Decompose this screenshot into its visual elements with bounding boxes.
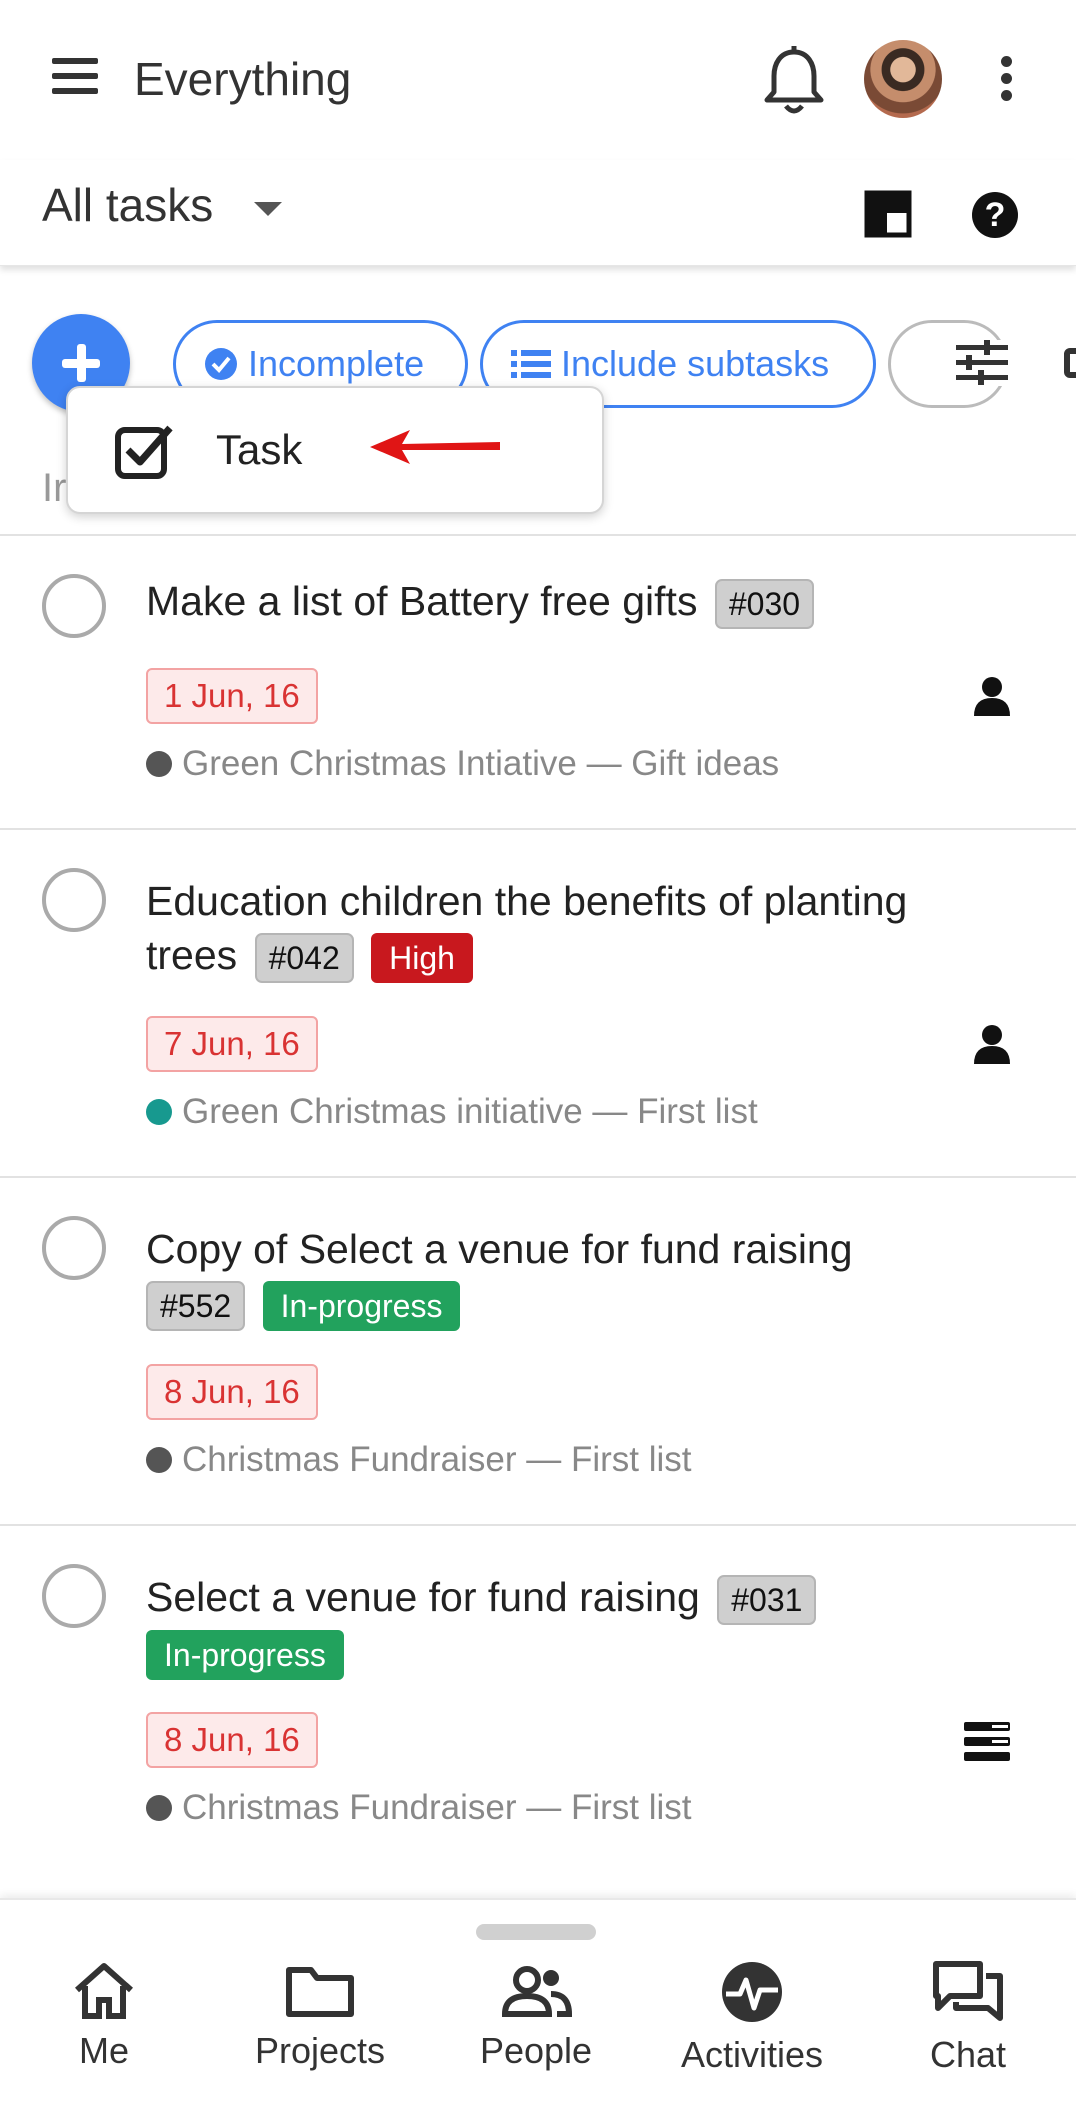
drag-handle[interactable] xyxy=(476,1924,596,1940)
chat-icon xyxy=(933,1961,1003,2021)
task-title[interactable]: Copy of Select a venue for fund raising … xyxy=(146,1222,1006,1332)
nav-label: Projects xyxy=(254,2030,386,2071)
list-icon xyxy=(511,350,551,378)
add-task-menu-item[interactable]: Task xyxy=(216,426,302,474)
task-title[interactable]: Make a list of Battery free gifts #030 xyxy=(146,574,1006,630)
view-bar: All tasks ? xyxy=(0,160,1076,266)
task-project[interactable]: Christmas Fundraiser — First list xyxy=(146,1788,692,1828)
more-options-icon[interactable] xyxy=(996,56,1016,102)
nav-projects[interactable]: Projects xyxy=(220,1960,420,2100)
task-due-date[interactable]: 8 Jun, 16 xyxy=(146,1712,318,1768)
complete-task-toggle[interactable] xyxy=(42,1216,106,1280)
project-color-dot xyxy=(146,751,172,777)
task-title-text: Make a list of Battery free gifts xyxy=(146,578,698,624)
checkbox-icon[interactable] xyxy=(114,420,174,480)
nav-chat[interactable]: Chat xyxy=(868,1960,1068,2100)
task-project[interactable]: Christmas Fundraiser — First list xyxy=(146,1440,692,1480)
task-due-date[interactable]: 1 Jun, 16 xyxy=(146,668,318,724)
view-title[interactable]: All tasks xyxy=(42,178,213,232)
chevron-down-icon[interactable] xyxy=(254,202,282,216)
board-view-icon[interactable] xyxy=(864,190,912,238)
project-color-dot xyxy=(146,1795,172,1821)
task-id-badge: #031 xyxy=(717,1575,817,1626)
activity-icon xyxy=(722,1962,782,2022)
person-icon[interactable] xyxy=(972,1024,1012,1064)
task-project-text: Green Christmas initiative — First list xyxy=(182,1092,758,1131)
task-row[interactable]: Make a list of Battery free gifts #030 1… xyxy=(0,534,1076,828)
task-title[interactable]: Education children the benefits of plant… xyxy=(146,874,1006,984)
project-color-dot xyxy=(146,1099,172,1125)
task-id-badge: #552 xyxy=(146,1281,246,1332)
folder-icon xyxy=(286,1967,354,2017)
complete-task-toggle[interactable] xyxy=(42,574,106,638)
person-icon[interactable] xyxy=(972,676,1012,716)
status-badge: In-progress xyxy=(146,1630,344,1681)
arrow-annotation xyxy=(370,430,500,464)
sliders-icon[interactable] xyxy=(956,340,1008,386)
avatar[interactable] xyxy=(864,40,942,118)
task-id-badge: #042 xyxy=(254,933,354,984)
task-due-date[interactable]: 7 Jun, 16 xyxy=(146,1016,318,1072)
list-header-partial: Ir xyxy=(42,466,67,510)
complete-task-toggle[interactable] xyxy=(42,868,106,932)
home-icon xyxy=(75,1963,133,2019)
nav-label: Activities xyxy=(680,2034,824,2075)
task-title-text: Copy of Select a venue for fund raising xyxy=(146,1226,853,1272)
priority-badge: High xyxy=(371,933,473,984)
people-icon xyxy=(501,1966,573,2017)
task-project-text: Green Christmas Intiative — Gift ideas xyxy=(182,744,780,783)
task-row[interactable]: Select a venue for fund raising #031 In-… xyxy=(0,1524,1076,1874)
nav-label: Me xyxy=(78,2030,129,2071)
task-id-badge: #030 xyxy=(714,579,815,630)
task-row[interactable]: Education children the benefits of plant… xyxy=(0,828,1076,1176)
task-title-text: Select a venue for fund raising xyxy=(146,1574,700,1620)
hamburger-menu-icon[interactable] xyxy=(52,58,102,102)
help-icon[interactable]: ? xyxy=(972,192,1018,238)
filter-incomplete-label: Incomplete xyxy=(248,343,425,384)
nav-people[interactable]: People xyxy=(436,1960,636,2100)
nav-activities[interactable]: Activities xyxy=(652,1960,852,2100)
status-badge: In-progress xyxy=(262,1281,461,1332)
bottom-navigation: Me Projects People Activities Chat xyxy=(0,1898,1076,2116)
filter-subtasks-label: Include subtasks xyxy=(561,343,830,384)
complete-task-toggle[interactable] xyxy=(42,1564,106,1628)
task-due-date[interactable]: 8 Jun, 16 xyxy=(146,1364,318,1420)
task-project[interactable]: Green Christmas Intiative — Gift ideas xyxy=(146,744,779,784)
list-icon[interactable] xyxy=(964,1722,1010,1762)
add-menu: Task xyxy=(66,386,604,514)
task-project-text: Christmas Fundraiser — First list xyxy=(182,1788,692,1827)
task-project-text: Christmas Fundraiser — First list xyxy=(182,1440,692,1479)
settings-icon[interactable] xyxy=(1064,348,1076,378)
task-row[interactable]: Copy of Select a venue for fund raising … xyxy=(0,1176,1076,1524)
bell-icon[interactable] xyxy=(762,44,826,116)
nav-me[interactable]: Me xyxy=(4,1960,204,2100)
project-color-dot xyxy=(146,1447,172,1473)
app-bar: Everything xyxy=(0,0,1076,160)
task-project[interactable]: Green Christmas initiative — First list xyxy=(146,1092,758,1132)
app-title: Everything xyxy=(134,53,352,105)
check-circle-icon xyxy=(205,348,237,380)
nav-label: Chat xyxy=(929,2034,1007,2075)
task-title[interactable]: Select a venue for fund raising #031 In-… xyxy=(146,1570,1006,1681)
nav-label: People xyxy=(479,2030,593,2071)
